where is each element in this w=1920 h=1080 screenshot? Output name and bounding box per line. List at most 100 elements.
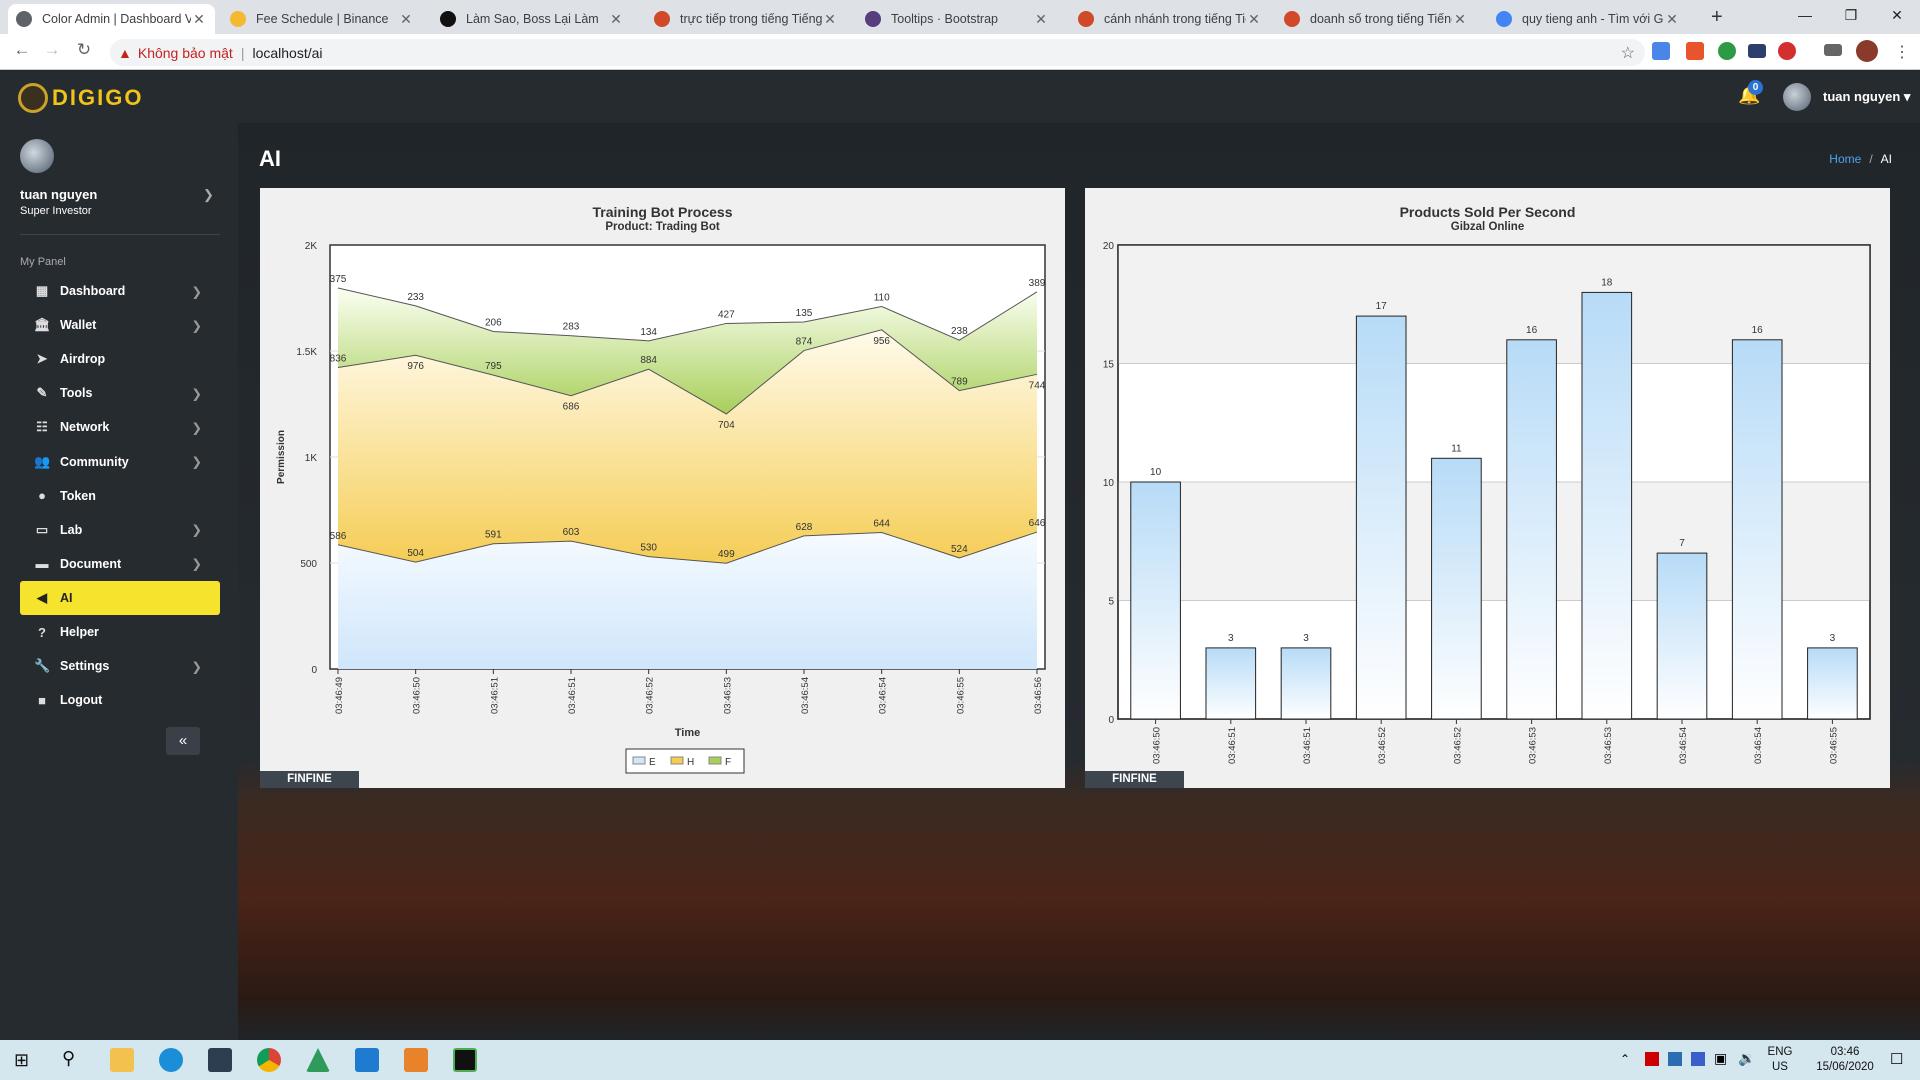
data-label: 283: [563, 322, 580, 333]
minimize-icon[interactable]: —: [1782, 0, 1828, 32]
sidebar-item-logout[interactable]: ■ Logout: [20, 683, 220, 717]
page-title: AI: [259, 146, 281, 171]
sidebar-item-airdrop[interactable]: ➤ Airdrop: [20, 342, 220, 376]
sidebar-item-tools[interactable]: ✎ Tools ❯: [20, 376, 220, 410]
browser-tab[interactable]: Fee Schedule | Binance ✕: [222, 4, 422, 34]
chevron-up-icon[interactable]: ⌃: [1620, 1052, 1630, 1066]
data-label: 233: [407, 292, 424, 303]
sidebar-item-lab[interactable]: ▭ Lab ❯: [20, 513, 220, 547]
vscode-icon[interactable]: [355, 1048, 379, 1072]
sidebar-user-name[interactable]: tuan nguyen: [20, 187, 97, 202]
browser-tab[interactable]: quy tieng anh - Tìm với Go ✕: [1488, 4, 1688, 34]
bookmark-star-icon[interactable]: ☆: [1621, 43, 1635, 63]
sidebar-item-settings[interactable]: 🔧 Settings ❯: [20, 649, 220, 683]
extension-icon[interactable]: [1686, 42, 1704, 60]
search-icon[interactable]: ⚲: [62, 1048, 75, 1069]
collapse-sidebar-button[interactable]: «: [166, 727, 200, 755]
browser-tab[interactable]: cánh nhánh trong tiếng Tiế ✕: [1070, 4, 1270, 34]
store-icon[interactable]: [208, 1048, 232, 1072]
sidebar-item-helper[interactable]: ? Helper: [20, 615, 220, 649]
browser-tab[interactable]: Color Admin | Dashboard V ✕: [8, 4, 215, 34]
x-tick-label: 03:46:54: [1678, 727, 1689, 764]
x-tick-label: 03:46:52: [1377, 727, 1388, 764]
brand-logo[interactable]: DIGIGO: [18, 83, 143, 113]
security-label[interactable]: Không bảo mật: [138, 45, 233, 61]
legend-swatch: [632, 756, 646, 765]
avatar[interactable]: [20, 139, 54, 173]
chart-subtitle: Gibzal Online: [1450, 221, 1525, 233]
browser-tab[interactable]: trực tiếp trong tiếng Tiếng ✕: [646, 4, 846, 34]
sidebar-section-header: My Panel: [20, 256, 66, 268]
data-label: 135: [796, 308, 813, 319]
windows-start-icon[interactable]: ⊞: [14, 1050, 29, 1071]
x-tick-label: 03:46:53: [722, 677, 733, 714]
back-icon[interactable]: ←: [10, 40, 34, 60]
url-text[interactable]: localhost/ai: [252, 45, 322, 61]
close-tab-icon[interactable]: ✕: [398, 11, 414, 28]
tray-icon[interactable]: [1691, 1052, 1705, 1066]
app-icon[interactable]: [306, 1048, 330, 1072]
folder-icon: ▬: [35, 556, 49, 572]
app-header: DIGIGO 🔔 0 tuan nguyen ▾: [0, 71, 1920, 123]
new-tab-button[interactable]: +: [1711, 6, 1723, 29]
horn-icon: ◀: [37, 589, 47, 605]
menu-icon[interactable]: ⋮: [1894, 42, 1910, 62]
chrome-icon[interactable]: [257, 1048, 281, 1072]
close-tab-icon[interactable]: ✕: [1664, 11, 1680, 28]
network-icon[interactable]: ▣: [1714, 1050, 1727, 1067]
y-tick-label: 1.5K: [296, 347, 317, 358]
y-tick-label: 500: [300, 559, 317, 570]
clock-date: 15/06/2020: [1816, 1061, 1874, 1073]
adblock-icon[interactable]: [1778, 42, 1796, 60]
breadcrumb-home[interactable]: Home: [1829, 152, 1861, 166]
media-icon[interactable]: [1824, 44, 1842, 56]
browser-tab[interactable]: Làm Sao, Boss Lại Làm ✕: [432, 4, 632, 34]
avatar[interactable]: [1783, 83, 1811, 111]
volume-icon[interactable]: 🔉: [1738, 1050, 1755, 1067]
tab-title: Tooltips · Bootstrap: [891, 12, 998, 26]
close-tab-icon[interactable]: ✕: [822, 11, 838, 28]
x-tick-label: 03:46:53: [1603, 727, 1614, 764]
sidebar-item-network[interactable]: ☷ Network ❯: [20, 410, 220, 444]
user-menu[interactable]: tuan nguyen ▾: [1823, 89, 1910, 105]
sublime-icon[interactable]: [404, 1048, 428, 1072]
forward-icon[interactable]: →: [40, 40, 64, 60]
sidebar-item-wallet[interactable]: 🏛 Wallet ❯: [20, 308, 220, 342]
d-icon: [440, 11, 456, 27]
camera-icon[interactable]: [1748, 44, 1766, 58]
tray-icon[interactable]: [1645, 1052, 1659, 1066]
clock[interactable]: 03:46 15/06/2020: [1815, 1045, 1875, 1075]
profile-avatar[interactable]: [1856, 40, 1878, 62]
sidebar-item-label: Lab: [60, 522, 83, 537]
maximize-icon[interactable]: ❐: [1828, 0, 1874, 32]
sidebar-item-ai[interactable]: ◀ AI: [20, 580, 220, 615]
panel-footer: FINFINE: [1085, 771, 1184, 788]
y-tick-label: 2K: [305, 241, 318, 252]
translate-icon[interactable]: [1652, 42, 1670, 60]
language-indicator[interactable]: ENG US: [1764, 1045, 1796, 1075]
sidebar-item-dashboard[interactable]: ▦ Dashboard ❯: [20, 274, 220, 308]
close-tab-icon[interactable]: ✕: [608, 11, 624, 28]
close-window-icon[interactable]: ✕: [1874, 0, 1920, 32]
close-tab-icon[interactable]: ✕: [1246, 11, 1262, 28]
warning-icon: ▲: [118, 44, 132, 61]
tray-icon[interactable]: [1668, 1052, 1682, 1066]
chevron-right-icon[interactable]: ❯: [203, 187, 214, 203]
browser-tab[interactable]: Tooltips · Bootstrap ✕: [857, 4, 1057, 34]
address-bar[interactable]: ▲ Không bảo mật | localhost/ai ☆: [110, 39, 1645, 66]
sidebar-item-document[interactable]: ▬ Document ❯: [20, 547, 220, 581]
edge-icon[interactable]: [159, 1048, 183, 1072]
close-tab-icon[interactable]: ✕: [191, 11, 207, 28]
pycharm-icon[interactable]: [453, 1048, 477, 1072]
file-explorer-icon[interactable]: [110, 1048, 134, 1072]
close-tab-icon[interactable]: ✕: [1452, 11, 1468, 28]
close-tab-icon[interactable]: ✕: [1033, 11, 1049, 28]
sidebar-item-token[interactable]: ● Token: [20, 479, 220, 513]
y-tick-label: 10: [1103, 478, 1115, 489]
x-tick-label: 03:46:54: [1753, 727, 1764, 764]
sidebar-item-community[interactable]: 👥 Community ❯: [20, 445, 220, 479]
browser-tab[interactable]: doanh số trong tiếng Tiếng ✕: [1276, 4, 1476, 34]
extension-icon[interactable]: [1718, 42, 1736, 60]
notification-center-icon[interactable]: ☐: [1890, 1050, 1903, 1068]
reload-icon[interactable]: ↻: [72, 40, 96, 60]
